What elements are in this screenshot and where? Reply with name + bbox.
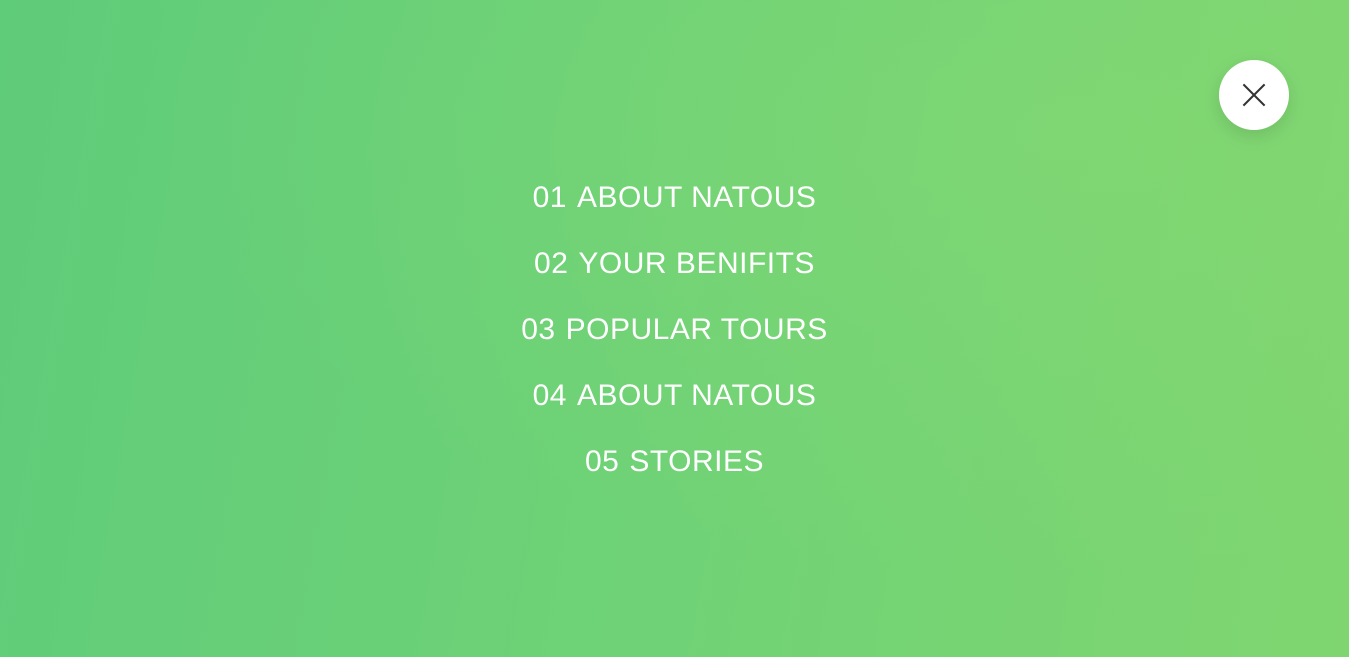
nav-item-label: ABOUT NATOUS [576,181,817,214]
nav-item-number: 05 [584,445,620,478]
close-icon [1241,82,1267,108]
nav-item-number: 02 [534,247,569,280]
nav-link-popular-tours[interactable]: 03 POPULAR TOURS [521,304,828,356]
nav-item-your-benifits: 02 YOUR BENIFITS [0,238,1349,304]
nav-item-about-natous-2: 04 ABOUT NATOUS [0,370,1349,436]
close-menu-button[interactable] [1219,60,1289,130]
nav-link-your-benifits[interactable]: 02 YOUR BENIFITS [534,238,815,290]
nav-item-number: 04 [532,379,567,412]
nav-link-about-natous-2[interactable]: 04 ABOUT NATOUS [533,370,817,422]
nav-item-popular-tours: 03 POPULAR TOURS [0,304,1349,370]
nav-item-label: POPULAR TOURS [565,313,828,346]
nav-link-stories[interactable]: 05 STORIES [585,436,764,488]
nav-item-number: 01 [532,181,567,214]
nav-item-number: 03 [521,313,556,346]
nav-item-label: STORIES [629,445,765,478]
nav-item-about-natous: 01 ABOUT NATOUS [0,172,1349,238]
nav-link-about-natous[interactable]: 01 ABOUT NATOUS [533,172,817,224]
navigation-menu: 01 ABOUT NATOUS 02 YOUR BENIFITS 03 POPULAR… [0,172,1349,502]
nav-item-label: ABOUT NATOUS [576,379,817,412]
nav-item-label: YOUR BENIFITS [578,247,815,280]
nav-item-stories: 05 STORIES [0,436,1349,502]
